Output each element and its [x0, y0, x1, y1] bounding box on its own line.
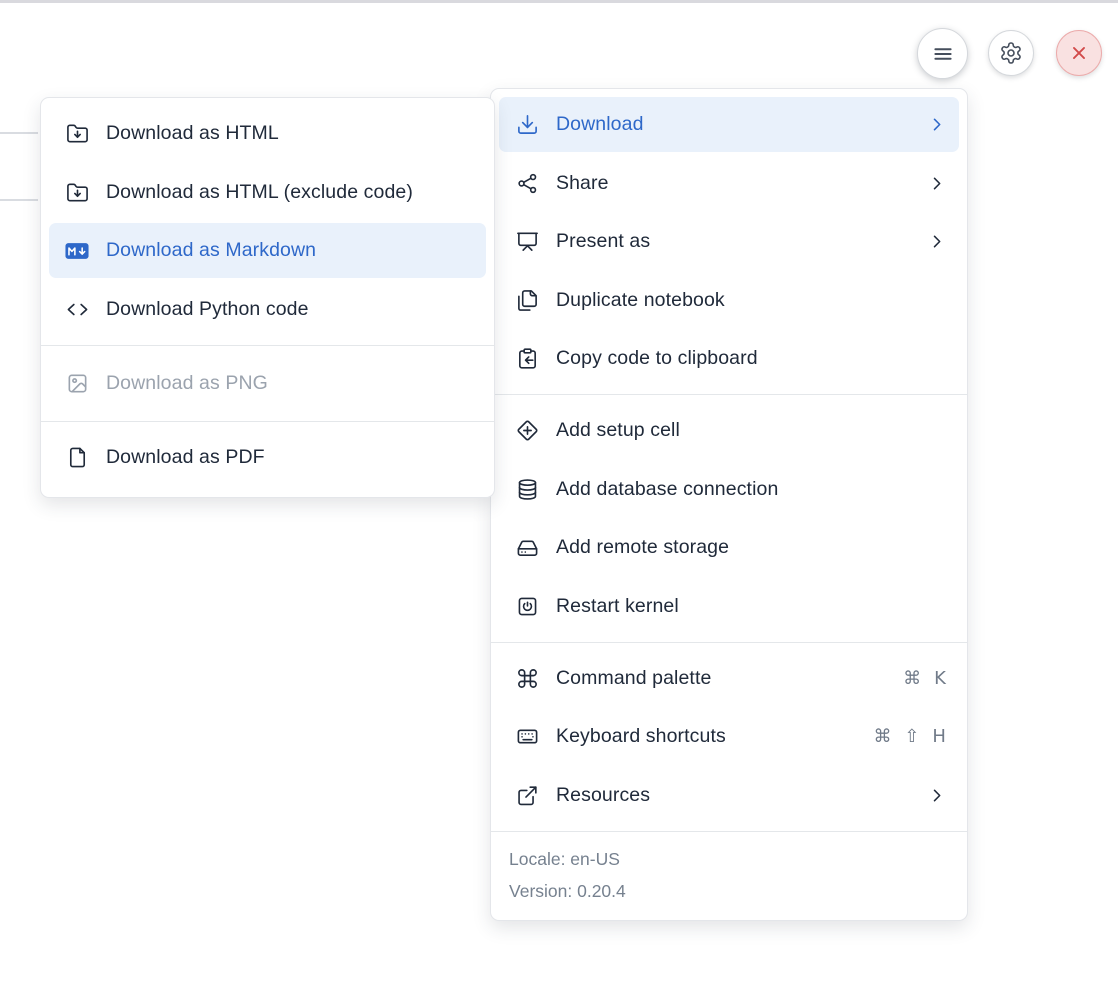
presentation-icon — [515, 230, 539, 254]
hamburger-icon — [930, 41, 956, 67]
submenu-item-download-pdf[interactable]: Download as PDF — [49, 430, 486, 485]
close-button[interactable] — [1056, 30, 1102, 76]
menu-item-add-remote-storage[interactable]: Add remote storage — [499, 520, 959, 575]
menu-item-label: Resources — [556, 784, 650, 807]
menu-section-kernel: Add setup cell Add database connection — [491, 394, 967, 642]
menu-item-label: Download — [556, 113, 644, 136]
menu-item-add-setup-cell[interactable]: Add setup cell — [499, 403, 959, 458]
gear-icon — [999, 41, 1023, 65]
markdown-badge-icon — [65, 239, 89, 263]
database-icon — [515, 477, 539, 501]
menu-item-label: Restart kernel — [556, 595, 679, 618]
share-icon — [515, 171, 539, 195]
menu-item-label: Add remote storage — [556, 536, 729, 559]
download-icon — [515, 113, 539, 137]
menu-item-share[interactable]: Share — [499, 156, 959, 211]
menu-item-label: Copy code to clipboard — [556, 347, 758, 370]
menu-item-copy-code[interactable]: Copy code to clipboard — [499, 331, 959, 386]
chevron-right-icon — [927, 174, 946, 193]
menu-item-label: Download as HTML — [106, 122, 279, 145]
menu-item-restart-kernel[interactable]: Restart kernel — [499, 579, 959, 634]
chevron-right-icon — [927, 232, 946, 251]
square-power-icon — [515, 594, 539, 618]
image-icon — [65, 371, 89, 395]
version-text: Version: 0.20.4 — [509, 875, 949, 907]
hard-drive-icon — [515, 536, 539, 560]
menu-item-download[interactable]: Download — [499, 97, 959, 152]
chevron-right-icon — [927, 786, 946, 805]
clipboard-copy-icon — [515, 347, 539, 371]
submenu-item-download-markdown[interactable]: Download as Markdown — [49, 223, 486, 278]
menu-item-label: Share — [556, 172, 609, 195]
background-cell-line — [0, 199, 38, 201]
menu-item-resources[interactable]: Resources — [499, 768, 959, 823]
menu-item-label: Download as HTML (exclude code) — [106, 181, 413, 204]
menu-item-keyboard-shortcuts[interactable]: Keyboard shortcuts ⌘ ⇧ H — [499, 709, 959, 764]
menu-item-label: Download Python code — [106, 298, 309, 321]
folder-download-icon — [65, 180, 89, 204]
code-icon — [65, 297, 89, 321]
settings-button[interactable] — [988, 30, 1034, 76]
submenu-item-download-html-exclude-code[interactable]: Download as HTML (exclude code) — [49, 165, 486, 220]
menu-item-label: Duplicate notebook — [556, 289, 725, 312]
menu-button[interactable] — [917, 28, 968, 79]
menu-item-add-database-connection[interactable]: Add database connection — [499, 462, 959, 517]
menu-footer: Locale: en-US Version: 0.20.4 — [491, 831, 967, 920]
duplicate-icon — [515, 288, 539, 312]
menu-item-label: Download as Markdown — [106, 239, 316, 262]
submenu-item-download-png[interactable]: Download as PNG — [49, 356, 486, 411]
file-icon — [65, 445, 89, 469]
shortcut-hint: ⌘ K — [903, 668, 946, 689]
submenu-section-png: Download as PNG — [41, 345, 494, 421]
menu-item-present-as[interactable]: Present as — [499, 214, 959, 269]
close-icon — [1068, 42, 1090, 64]
command-icon — [515, 666, 539, 690]
keyboard-icon — [515, 725, 539, 749]
folder-download-icon — [65, 122, 89, 146]
menu-item-duplicate-notebook[interactable]: Duplicate notebook — [499, 273, 959, 328]
chevron-right-icon — [927, 115, 946, 134]
background-cell-line — [0, 132, 38, 134]
shortcut-hint: ⌘ ⇧ H — [873, 726, 946, 747]
menu-item-label: Keyboard shortcuts — [556, 725, 726, 748]
submenu-section-pdf: Download as PDF — [41, 421, 494, 497]
submenu-section-formats: Download as HTML Download as HTML (exclu… — [41, 98, 494, 345]
menu-item-label: Add database connection — [556, 478, 778, 501]
diamond-plus-icon — [515, 419, 539, 443]
external-link-icon — [515, 783, 539, 807]
menu-item-label: Download as PNG — [106, 372, 268, 395]
notebook-actions-menu: Download Share Present — [490, 88, 968, 921]
download-submenu: Download as HTML Download as HTML (exclu… — [40, 97, 495, 498]
menu-item-label: Present as — [556, 230, 650, 253]
submenu-item-download-python-code[interactable]: Download Python code — [49, 282, 486, 337]
menu-item-label: Add setup cell — [556, 419, 680, 442]
menu-item-label: Download as PDF — [106, 446, 265, 469]
locale-text: Locale: en-US — [509, 843, 949, 875]
top-toolbar-edge — [0, 0, 1118, 3]
menu-section-main: Download Share Present — [491, 89, 967, 394]
menu-item-label: Command palette — [556, 667, 711, 690]
menu-item-command-palette[interactable]: Command palette ⌘ K — [499, 651, 959, 706]
menu-section-help: Command palette ⌘ K Keyboard shortcuts ⌘… — [491, 642, 967, 831]
submenu-item-download-html[interactable]: Download as HTML — [49, 106, 486, 161]
